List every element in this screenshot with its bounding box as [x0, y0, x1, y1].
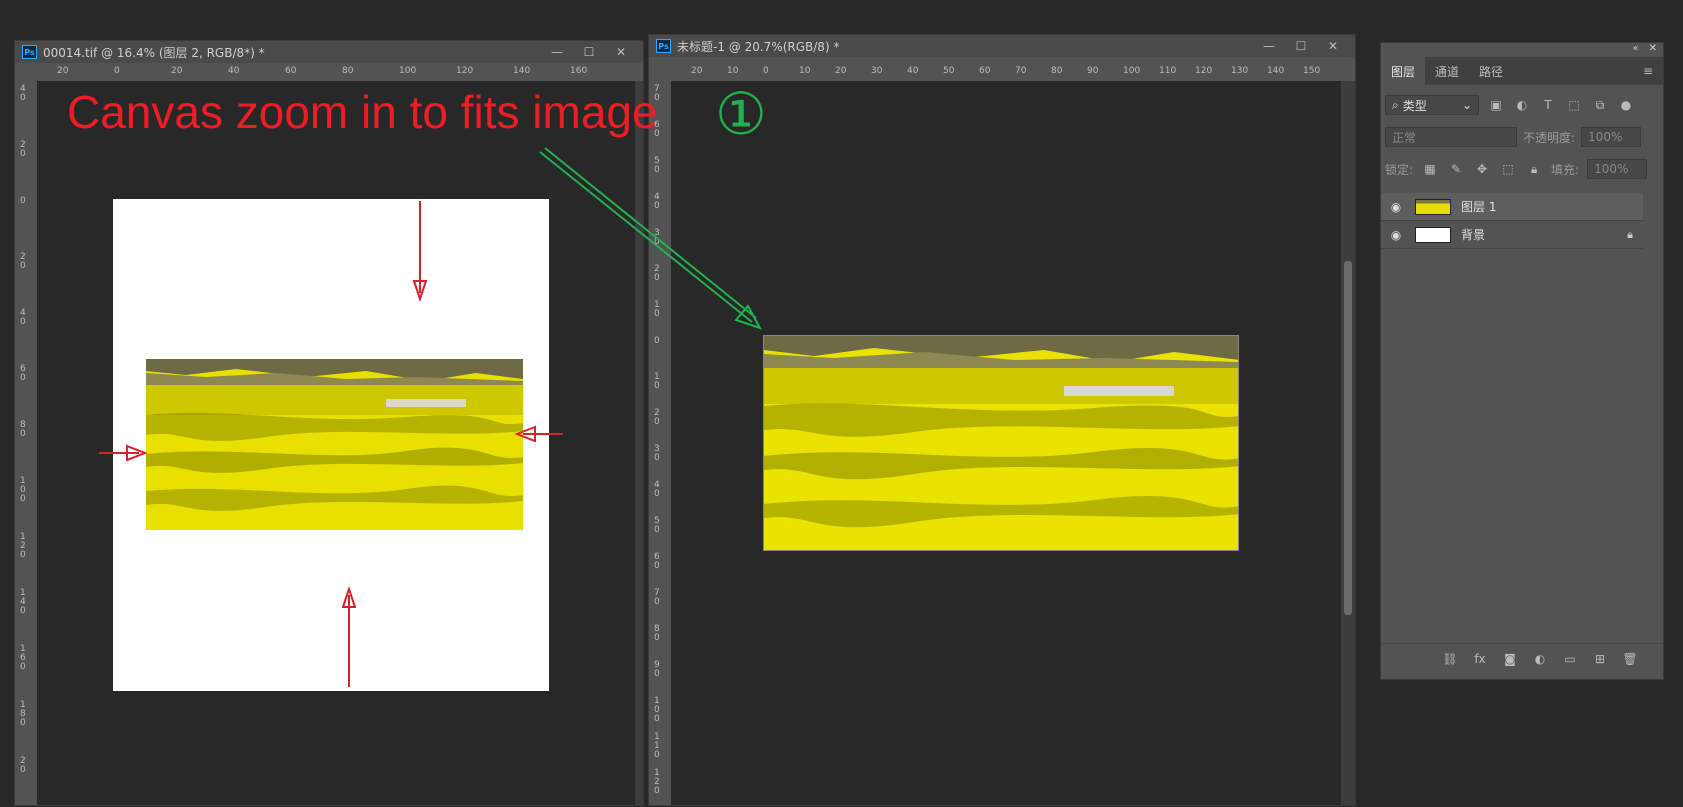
layers-toolbar: ⛓ fx ◙ ◐ ▭ ⊞ 🗑︎	[1381, 643, 1663, 673]
new-adjustment-icon[interactable]: ◐	[1531, 650, 1549, 668]
chevron-down-icon: ⌄	[1461, 98, 1472, 112]
layer-thumbnail	[1415, 198, 1451, 215]
filter-type-select[interactable]: ⌕ 类型 ⌄	[1385, 95, 1479, 115]
tab-layers[interactable]: 图层	[1381, 57, 1426, 85]
eye-icon[interactable]: ◉	[1381, 228, 1411, 242]
lock-artboard-icon[interactable]: ⬚	[1499, 160, 1517, 178]
layer-row[interactable]: ◉ 图层 1	[1381, 193, 1643, 221]
lock-icon: 🔒︎	[1627, 227, 1633, 241]
delete-layer-icon[interactable]: 🗑︎	[1621, 650, 1639, 668]
opacity-label: 不透明度:	[1523, 130, 1576, 145]
tab-paths[interactable]: 路径	[1469, 57, 1513, 85]
step-marker: ①	[715, 80, 767, 148]
lock-paint-icon[interactable]: ✎	[1447, 160, 1465, 178]
link-layers-icon[interactable]: ⛓	[1441, 650, 1459, 668]
lock-all-icon[interactable]: 🔒︎	[1525, 160, 1543, 178]
shape-filter-icon[interactable]: ⬚	[1565, 96, 1583, 114]
new-layer-icon[interactable]: ⊞	[1591, 650, 1609, 668]
fill-input[interactable]: 100%	[1587, 159, 1648, 179]
layers-panel[interactable]: « ✕ 图层 通道 路径 ≡ ⌕ 类型 ⌄ ▣ ◐ T ⬚ ⧉ ● 正常 不透明…	[1380, 42, 1664, 680]
lock-label: 锁定:	[1385, 162, 1414, 177]
adjustment-filter-icon[interactable]: ◐	[1513, 96, 1531, 114]
image-filter-icon[interactable]: ▣	[1487, 96, 1505, 114]
close-icon[interactable]: ✕	[1649, 43, 1657, 57]
smart-object-filter-icon[interactable]: ⧉	[1591, 96, 1609, 114]
layer-name[interactable]: 背景	[1461, 226, 1485, 243]
annotation-text: Canvas zoom in to fits image	[67, 86, 658, 138]
collapse-icon[interactable]: «	[1632, 43, 1638, 57]
blend-mode-select[interactable]: 正常	[1385, 127, 1517, 147]
fill-label: 填充:	[1551, 162, 1580, 177]
filter-toggle-icon[interactable]: ●	[1617, 96, 1635, 114]
layer-name[interactable]: 图层 1	[1461, 198, 1496, 215]
new-group-icon[interactable]: ▭	[1561, 650, 1579, 668]
layer-thumbnail	[1415, 226, 1451, 243]
layer-row[interactable]: ◉ 背景 🔒︎	[1381, 221, 1643, 249]
lock-position-icon[interactable]: ✥	[1473, 160, 1491, 178]
opacity-input[interactable]: 100%	[1581, 127, 1642, 147]
tab-channels[interactable]: 通道	[1425, 57, 1469, 85]
search-icon: ⌕	[1392, 97, 1399, 112]
eye-icon[interactable]: ◉	[1381, 200, 1411, 214]
type-filter-icon[interactable]: T	[1539, 96, 1557, 114]
panel-tabs: 图层 通道 路径 ≡	[1381, 57, 1663, 85]
lock-transparent-icon[interactable]: ▦	[1421, 160, 1439, 178]
panel-menu-icon[interactable]: ≡	[1633, 57, 1663, 85]
layer-style-icon[interactable]: fx	[1471, 650, 1489, 668]
add-mask-icon[interactable]: ◙	[1501, 650, 1519, 668]
